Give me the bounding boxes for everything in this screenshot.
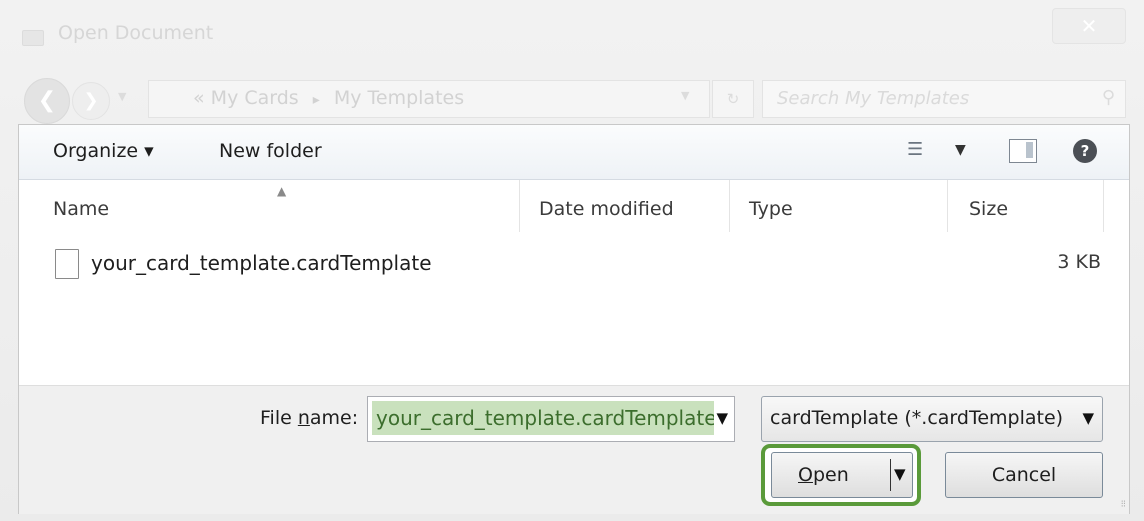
column-divider[interactable] (1103, 180, 1104, 232)
dialog-body: Organize ▾ New folder ☰ ▼ ? ▲ Name Date … (18, 124, 1130, 514)
file-type-value: cardTemplate (*.cardTemplate) (770, 407, 1064, 429)
file-name-field[interactable]: your_card_template.cardTemplate ▼ (367, 396, 735, 442)
command-bar: Organize ▾ New folder ☰ ▼ ? (19, 125, 1129, 180)
column-type[interactable]: Type (749, 198, 793, 220)
split-divider (890, 459, 891, 491)
new-folder-button[interactable]: New folder (219, 140, 322, 162)
file-name: your_card_template.cardTemplate (91, 251, 432, 275)
chevron-down-icon[interactable]: ▼ (1082, 409, 1094, 427)
resize-grip-icon[interactable]: ⁝⁝ (1121, 499, 1126, 510)
open-button[interactable]: Open ▼ (771, 452, 913, 498)
breadcrumb-overflow[interactable]: « (193, 87, 205, 109)
cancel-button[interactable]: Cancel (945, 452, 1103, 498)
breadcrumb-separator-icon[interactable]: ▸ (313, 92, 320, 108)
file-selection-panel: File name: your_card_template.cardTempla… (19, 385, 1129, 514)
breadcrumb-my-cards[interactable]: My Cards (211, 87, 299, 109)
file-type-select[interactable]: cardTemplate (*.cardTemplate) ▼ (761, 396, 1103, 442)
open-button-label: Open (798, 464, 849, 486)
preview-pane-icon[interactable] (1009, 139, 1037, 163)
window-title: Open Document (58, 22, 214, 44)
open-options-dropdown-icon[interactable]: ▼ (894, 465, 906, 483)
search-placeholder: Search My Templates (777, 88, 970, 109)
close-button[interactable]: ✕ (1052, 8, 1126, 44)
list-view-icon[interactable]: ☰ (907, 139, 923, 160)
forward-arrow-icon[interactable]: ❯ (72, 82, 110, 120)
sort-ascending-icon: ▲ (277, 184, 287, 198)
list-item[interactable]: your_card_template.cardTemplate 3 KB (49, 243, 1113, 287)
column-name[interactable]: Name (53, 198, 109, 220)
help-icon[interactable]: ? (1073, 139, 1097, 163)
search-input[interactable]: Search My Templates ⚲ (762, 80, 1126, 118)
column-size[interactable]: Size (969, 198, 1008, 220)
chevron-down-icon[interactable]: ▼ (716, 409, 728, 427)
open-document-dialog: Open Document ✕ ❮ ❯ ▼ « My Cards ▸ My Te… (0, 0, 1144, 521)
column-divider[interactable] (519, 180, 520, 232)
file-name-value[interactable]: your_card_template.cardTemplate (372, 401, 714, 435)
organize-menu-button[interactable]: Organize ▾ (53, 140, 154, 162)
column-date-modified[interactable]: Date modified (539, 198, 674, 220)
column-divider[interactable] (729, 180, 730, 232)
breadcrumb: « My Cards ▸ My Templates (193, 87, 464, 109)
app-icon (22, 30, 44, 46)
search-icon[interactable]: ⚲ (1102, 87, 1115, 108)
view-options-dropdown-icon[interactable]: ▼ (955, 142, 966, 158)
column-header-row: ▲ Name Date modified Type Size (19, 180, 1129, 232)
column-divider[interactable] (947, 180, 948, 232)
address-bar[interactable]: « My Cards ▸ My Templates ▼ (148, 80, 710, 118)
refresh-icon[interactable]: ↻ (712, 80, 754, 118)
recent-locations-dropdown-icon[interactable]: ▼ (118, 90, 126, 103)
file-size: 3 KB (1057, 251, 1101, 273)
file-name-label: File name: (260, 407, 359, 429)
file-icon (55, 249, 79, 279)
title-bar: Open Document ✕ (0, 0, 1144, 62)
breadcrumb-my-templates[interactable]: My Templates (334, 87, 464, 109)
back-arrow-icon[interactable]: ❮ (24, 78, 70, 124)
address-dropdown-icon[interactable]: ▼ (681, 89, 689, 102)
